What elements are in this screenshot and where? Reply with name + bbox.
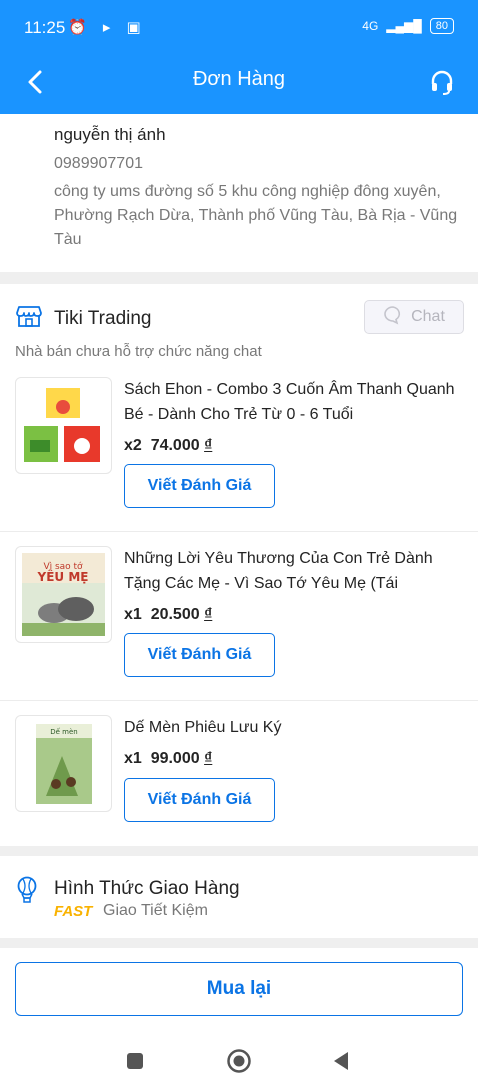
currency-symbol: ₫ bbox=[204, 606, 213, 623]
status-time: 11:25 bbox=[24, 18, 66, 37]
write-review-button[interactable]: Viết Đánh Giá bbox=[124, 778, 275, 822]
price-value: 74.000 bbox=[150, 437, 200, 454]
price-value: 99.000 bbox=[150, 750, 200, 767]
signal-icon: ▂▄▆█ bbox=[386, 19, 422, 33]
shipping-section: Hình Thức Giao Hàng FAST Giao Tiết Kiệm bbox=[0, 856, 478, 938]
order-item: Dế mèn Dế Mèn Phiêu Lưu Ký x1 99.000 ₫ V… bbox=[0, 715, 478, 835]
product-thumbnail[interactable]: Vì sao tớ YÊU MẸ bbox=[15, 546, 112, 643]
order-item: Vì sao tớ YÊU MẸ Những Lời Yêu Thương Củ… bbox=[0, 546, 478, 692]
currency-symbol: ₫ bbox=[204, 750, 213, 767]
product-price: x1 20.500 ₫ bbox=[124, 606, 212, 624]
divider bbox=[0, 846, 478, 856]
triangle-back-icon[interactable] bbox=[326, 1046, 356, 1076]
chat-button[interactable]: Chat bbox=[364, 300, 464, 334]
product-title[interactable]: Những Lời Yêu Thương Của Con Trẻ Dành Tặ… bbox=[124, 546, 464, 596]
action-area: Mua lại bbox=[0, 948, 478, 1032]
seller-section: Tiki Trading Chat Nhà bán chưa hỗ trợ ch… bbox=[0, 284, 478, 846]
product-thumbnail[interactable] bbox=[15, 377, 112, 474]
product-price: x2 74.000 ₫ bbox=[124, 437, 212, 455]
recipient-address: công ty ums đường số 5 khu công nghiệp đ… bbox=[54, 183, 458, 248]
home-circle-icon[interactable] bbox=[224, 1046, 254, 1076]
product-qty: x2 bbox=[124, 437, 142, 454]
product-qty: x1 bbox=[124, 750, 142, 767]
product-thumbnail[interactable]: Dế mèn bbox=[15, 715, 112, 812]
svg-text:Dế mèn: Dế mèn bbox=[50, 728, 77, 736]
status-notification-icons: ⏰ ▸ ▣ bbox=[68, 19, 147, 36]
battery-icon: 80 bbox=[429, 18, 454, 34]
square-icon[interactable] bbox=[120, 1046, 150, 1076]
app-header: Đơn Hàng bbox=[0, 56, 478, 114]
page-title: Đơn Hàng bbox=[192, 68, 286, 90]
delivery-address: nguyễn thị ánh 0989907701 công ty ums đư… bbox=[0, 114, 478, 272]
write-review-button[interactable]: Viết Đánh Giá bbox=[124, 464, 275, 508]
item-separator bbox=[0, 531, 478, 532]
top-bar: 11:25 ⏰ ▸ ▣ 4G ▂▄▆█ 80 Đơn Hàng bbox=[0, 0, 478, 114]
balloon-icon bbox=[16, 876, 38, 909]
seller-name[interactable]: Tiki Trading bbox=[54, 308, 152, 330]
order-item: Sách Ehon - Combo 3 Cuốn Âm Thanh Quanh … bbox=[0, 377, 478, 523]
write-review-button[interactable]: Viết Đánh Giá bbox=[124, 633, 275, 677]
product-title[interactable]: Dế Mèn Phiêu Lưu Ký bbox=[124, 715, 464, 740]
store-icon bbox=[16, 304, 42, 333]
svg-text:YÊU MẸ: YÊU MẸ bbox=[37, 569, 89, 584]
seller-header: Tiki Trading bbox=[16, 304, 152, 333]
status-right: 4G ▂▄▆█ 80 bbox=[362, 18, 454, 34]
network-label: 4G bbox=[362, 19, 379, 33]
product-title[interactable]: Sách Ehon - Combo 3 Cuốn Âm Thanh Quanh … bbox=[124, 377, 464, 427]
fast-badge: FAST bbox=[54, 903, 93, 920]
recipient-phone: 0989907701 bbox=[54, 155, 143, 172]
system-nav-bar bbox=[0, 1032, 478, 1088]
status-bar: 11:25 ⏰ ▸ ▣ 4G ▂▄▆█ 80 bbox=[0, 0, 478, 56]
headset-icon[interactable] bbox=[424, 64, 460, 100]
chat-bubble-icon bbox=[383, 305, 403, 330]
shipping-method: Giao Tiết Kiệm bbox=[103, 902, 208, 919]
product-qty: x1 bbox=[124, 606, 142, 623]
divider bbox=[0, 938, 478, 948]
currency-symbol: ₫ bbox=[204, 437, 213, 454]
product-price: x1 99.000 ₫ bbox=[124, 750, 212, 768]
shipping-title: Hình Thức Giao Hàng bbox=[54, 878, 240, 899]
recipient-name: nguyễn thị ánh bbox=[54, 125, 166, 144]
buy-again-button[interactable]: Mua lại bbox=[15, 962, 463, 1016]
item-separator bbox=[0, 700, 478, 701]
chat-label: Chat bbox=[411, 308, 445, 325]
price-value: 20.500 bbox=[150, 606, 200, 623]
chat-unavailable-note: Nhà bán chưa hỗ trợ chức năng chat bbox=[15, 343, 262, 360]
divider bbox=[0, 272, 478, 284]
